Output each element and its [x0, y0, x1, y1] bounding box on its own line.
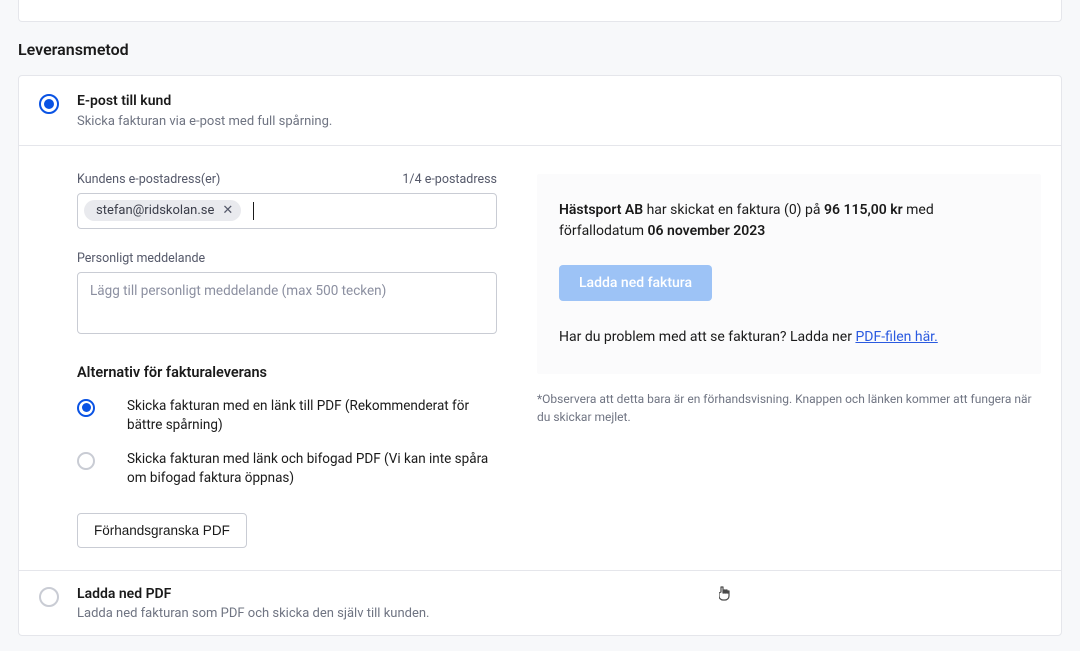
delivery-option-link-text: Skicka fakturan med en länk till PDF (Re…: [127, 397, 497, 436]
option-download-row[interactable]: Ladda ned PDF Ladda ned fakturan som PDF…: [19, 570, 1061, 636]
delivery-option-attached-text: Skicka fakturan med länk och bifogad PDF…: [127, 450, 497, 489]
previous-card-edge: [18, 0, 1062, 22]
personal-message-input[interactable]: [77, 272, 497, 334]
preview-text: Hästsport AB har skickat en faktura (0) …: [559, 200, 1021, 243]
option-email-subtitle: Skicka fakturan via e-post med full spår…: [77, 114, 332, 129]
option-download-subtitle: Ladda ned fakturan som PDF och skicka de…: [77, 606, 429, 621]
preview-due-date: 06 november 2023: [648, 223, 766, 239]
preview-disclaimer: *Observera att detta bara är en förhands…: [537, 390, 1041, 426]
delivery-option-link-only[interactable]: Skicka fakturan med en länk till PDF (Re…: [77, 397, 497, 436]
radio-email-to-customer[interactable]: [39, 94, 59, 114]
preview-pdf-button[interactable]: Förhandsgranska PDF: [77, 513, 247, 548]
radio-attached-pdf[interactable]: [77, 452, 95, 470]
section-title-leveransmetod: Leveransmetod: [18, 40, 1062, 59]
radio-link-to-pdf[interactable]: [77, 399, 95, 417]
delivery-method-card: E-post till kund Skicka fakturan via e-p…: [18, 75, 1062, 636]
remove-chip-icon[interactable]: ✕: [222, 204, 233, 217]
email-field-label: Kundens e-postadress(er): [77, 172, 220, 187]
delivery-option-attached[interactable]: Skicka fakturan med länk och bifogad PDF…: [77, 450, 497, 489]
email-count: 1/4 e-postadress: [402, 172, 497, 187]
text-cursor: [253, 202, 254, 220]
customer-email-input[interactable]: stefan@ridskolan.se ✕: [77, 193, 497, 229]
cursor-pointer-icon: [719, 585, 734, 607]
option-download-title: Ladda ned PDF: [77, 585, 429, 605]
email-chip-text: stefan@ridskolan.se: [96, 203, 214, 218]
preview-help-text: Har du problem med att se fakturan? Ladd…: [559, 327, 1021, 348]
download-invoice-button-preview: Ladda ned faktura: [559, 265, 712, 301]
preview-sender: Hästsport AB: [559, 202, 643, 218]
personal-message-label: Personligt meddelande: [77, 251, 497, 266]
preview-amount: 96 115,00 kr: [824, 202, 903, 218]
option-email-row[interactable]: E-post till kund Skicka fakturan via e-p…: [19, 76, 1061, 146]
email-chip[interactable]: stefan@ridskolan.se ✕: [84, 200, 241, 221]
option-email-title: E-post till kund: [77, 92, 332, 112]
pdf-file-link[interactable]: PDF-filen här.: [855, 329, 937, 345]
email-preview-box: Hästsport AB har skickat en faktura (0) …: [537, 174, 1041, 374]
radio-download-pdf[interactable]: [39, 587, 59, 607]
delivery-options-title: Alternativ för fakturaleverans: [77, 364, 497, 381]
